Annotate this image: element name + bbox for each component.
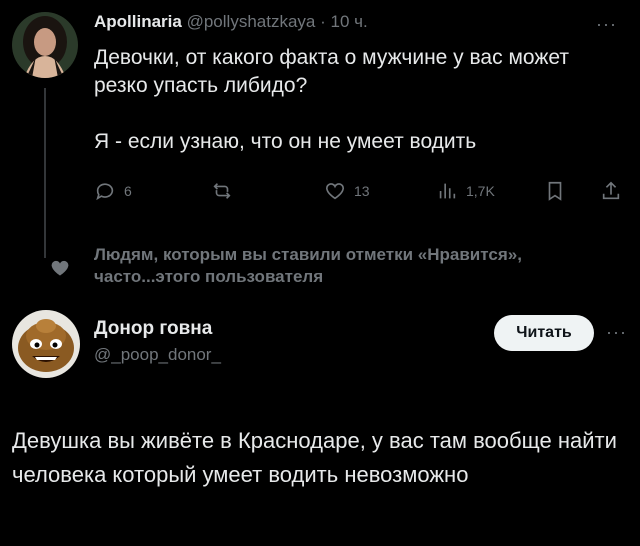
tweet2-text: Девушка вы живёте в Краснодаре, у вас та… [12,428,617,487]
like-count: 13 [354,183,370,199]
repost-icon [213,183,231,199]
reply-button[interactable]: 6 [94,180,132,202]
bookmark-button[interactable] [544,180,566,202]
poop-donor-avatar[interactable] [12,310,80,378]
tweet2-author-name[interactable]: Донор говна [94,318,212,340]
tweet1-text: Девочки, от какого факта о мужчине у вас… [94,44,614,156]
share-button[interactable] [600,180,622,202]
share-icon [602,181,620,200]
tweet2-more-options-icon[interactable]: ··· [606,322,627,343]
meta-separator: · [320,12,326,31]
follow-button[interactable]: Читать [494,315,594,351]
views-count: 1,7K [466,183,495,199]
views-bar-chart-icon [439,183,456,199]
more-options-icon[interactable]: ··· [596,14,617,35]
liked-heart-icon [51,260,69,276]
like-button[interactable]: 13 [324,180,370,202]
reply-icon [96,183,114,201]
tweet1-text-line2: Я - если узнаю, что он не умеет водить [94,130,477,153]
repost-button[interactable] [211,180,233,202]
apollinaria-avatar[interactable] [12,12,78,78]
tweet1-header: Apollinaria @pollyshatzkaya · 10 ч. [94,12,368,32]
heart-icon [325,183,345,200]
liked-by-note[interactable]: Людям, которым вы ставили отметки «Нрави… [94,244,564,288]
thread-line [44,88,46,258]
tweet1-text-line1: Девочки, от какого факта о мужчине у вас… [94,46,569,97]
bookmark-icon [548,181,562,201]
author-handle[interactable]: @pollyshatzkaya [187,12,316,31]
reply-count: 6 [124,183,132,199]
post-time[interactable]: 10 ч. [331,12,368,31]
tweet2-author-handle[interactable]: @_poop_donor_ [94,345,221,365]
tweet1-actions: 6 13 1,7K [94,180,634,206]
views-button[interactable]: 1,7K [436,180,495,202]
author-name[interactable]: Apollinaria [94,12,182,31]
